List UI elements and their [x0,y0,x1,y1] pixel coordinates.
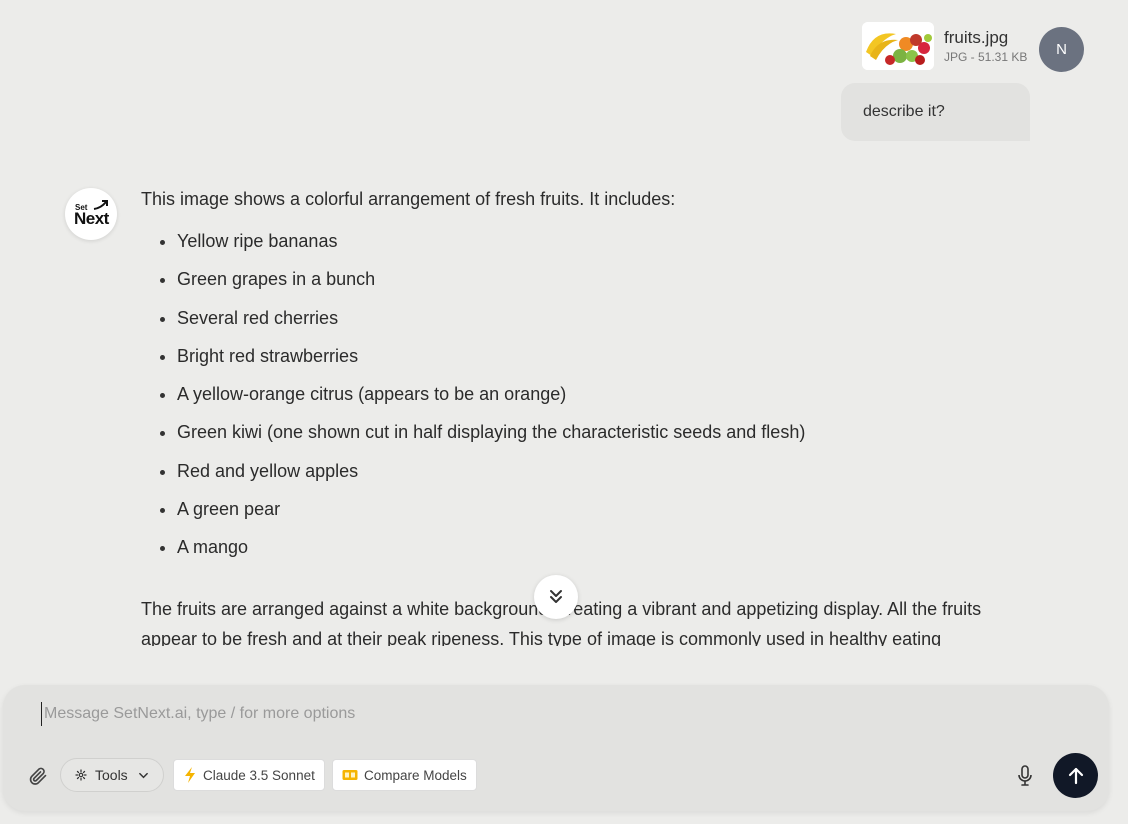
arrow-up-icon [1068,767,1083,784]
attachment-file-name: fruits.jpg [944,28,1009,47]
logo-arrow-icon [93,200,108,210]
send-button[interactable] [1053,753,1098,798]
setnext-logo: Set Next [71,199,111,229]
list-item: A yellow-orange citrus (appears to be an… [177,379,1011,417]
voice-input-button[interactable] [1013,764,1037,788]
gear-icon [75,769,87,781]
compare-models-button[interactable]: Compare Models [332,759,477,791]
list-item: A mango [177,532,1011,570]
list-item: Several red cherries [177,303,1011,341]
paperclip-icon [29,767,47,785]
tools-dropdown[interactable]: Tools [60,758,164,792]
user-avatar-initial: N [1056,41,1067,58]
chevron-down-icon [138,772,148,778]
user-avatar: N [1039,27,1084,72]
assistant-avatar: Set Next [65,188,117,240]
list-item: Green kiwi (one shown cut in half displa… [177,417,1011,455]
assistant-intro: This image shows a colorful arrangement … [141,189,676,209]
attachment-file-info: JPG - 51.31 KB [944,50,1028,64]
list-item: Bright red strawberries [177,341,1011,379]
list-item: A green pear [177,494,1011,532]
list-item: Red and yellow apples [177,456,1011,494]
message-composer: Tools Claude 3.5 Sonnet Compare Models [3,685,1109,811]
list-item: Yellow ripe bananas [177,226,1011,264]
double-chevron-down-icon [550,590,562,603]
list-item: Green grapes in a bunch [177,264,1011,302]
model-selector-button[interactable]: Claude 3.5 Sonnet [173,759,325,791]
tools-label: Tools [95,767,128,783]
user-message-text: describe it? [863,103,945,120]
model-label: Claude 3.5 Sonnet [203,767,315,783]
attach-button[interactable] [26,764,50,788]
assistant-message: This image shows a colorful arrangement … [141,184,1011,571]
compare-label: Compare Models [364,767,467,783]
fruits-thumbnail[interactable] [862,22,934,70]
user-message-bubble: describe it? [841,83,1030,141]
attachment-preview[interactable]: fruits.jpg JPG - 51.31 KB [862,22,1027,70]
lightning-icon [185,767,195,783]
logo-next-text: Next [74,209,109,228]
compare-icon [342,770,358,780]
message-input[interactable] [41,702,946,726]
scroll-to-bottom-button[interactable] [534,575,578,619]
microphone-icon [1018,765,1032,786]
fruit-list: Yellow ripe bananas Green grapes in a bu… [141,226,1011,571]
